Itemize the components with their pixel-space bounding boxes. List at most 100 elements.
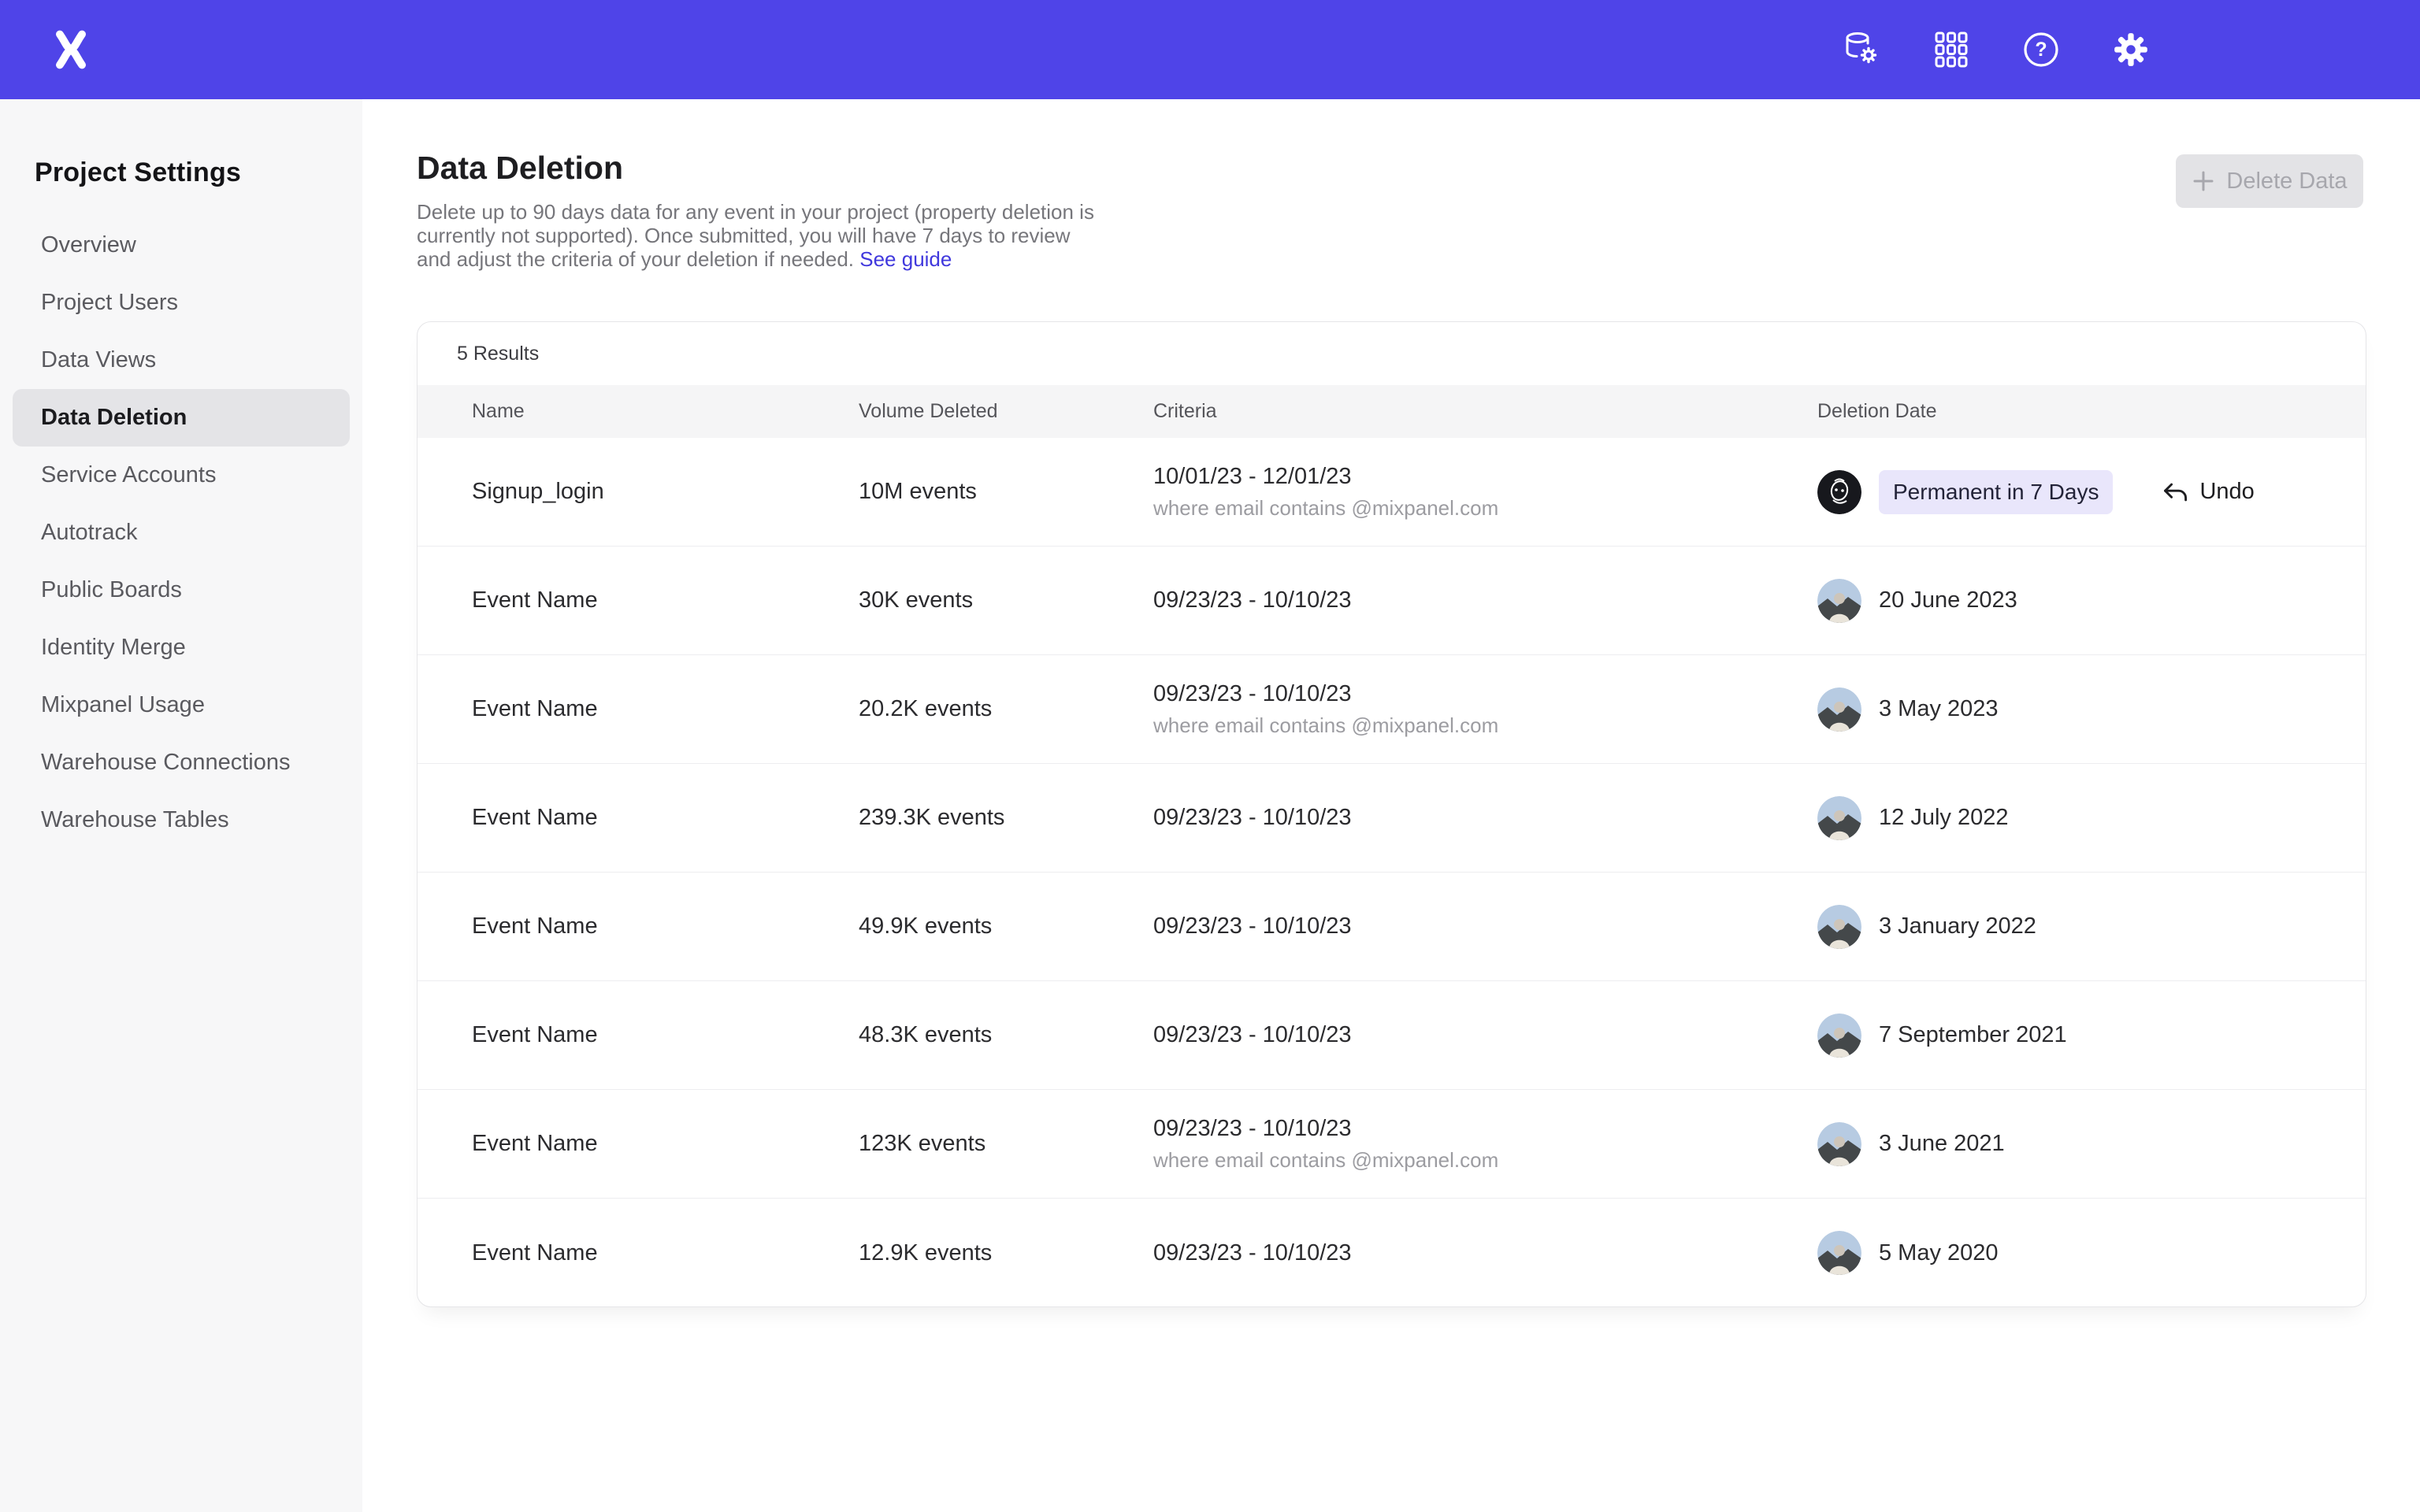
row-deletion-date: 7 September 2021 — [1817, 1014, 2366, 1058]
row-volume: 12.9K events — [859, 1240, 1153, 1266]
row-name: Event Name — [472, 1131, 859, 1157]
row-name: Event Name — [472, 805, 859, 831]
avatar — [1817, 1122, 1861, 1166]
table-row: Event Name 12.9K events 09/23/23 - 10/10… — [418, 1199, 2366, 1307]
deletion-date: 7 September 2021 — [1879, 1022, 2067, 1048]
row-criteria: 09/23/23 - 10/10/23 where email contains… — [1153, 681, 1817, 738]
sidebar: Project Settings Overview Project Users … — [0, 99, 362, 1512]
mixpanel-logo[interactable] — [49, 28, 93, 72]
svg-text:?: ? — [2035, 39, 2047, 61]
table-row: Event Name 49.9K events 09/23/23 - 10/10… — [418, 873, 2366, 981]
table-row: Event Name 30K events 09/23/23 - 10/10/2… — [418, 547, 2366, 655]
sidebar-heading: Project Settings — [0, 99, 362, 188]
row-volume: 239.3K events — [859, 805, 1153, 831]
row-name: Event Name — [472, 1240, 859, 1266]
criteria-filter: where email contains @mixpanel.com — [1153, 713, 1817, 738]
deletion-date: 12 July 2022 — [1879, 805, 2008, 831]
column-header-criteria: Criteria — [1153, 400, 1817, 423]
criteria-range: 09/23/23 - 10/10/23 — [1153, 914, 1817, 939]
row-name: Event Name — [472, 696, 859, 722]
sidebar-nav: Overview Project Users Data Views Data D… — [0, 217, 362, 849]
deletion-date: 5 May 2020 — [1879, 1240, 1999, 1266]
row-volume: 49.9K events — [859, 914, 1153, 939]
criteria-range: 09/23/23 - 10/10/23 — [1153, 805, 1817, 831]
sidebar-item-warehouse-tables[interactable]: Warehouse Tables — [13, 791, 350, 849]
plus-icon — [2192, 169, 2215, 193]
row-volume: 30K events — [859, 587, 1153, 613]
undo-icon — [2162, 478, 2190, 506]
sidebar-item-data-views[interactable]: Data Views — [13, 332, 350, 389]
criteria-filter: where email contains @mixpanel.com — [1153, 496, 1817, 521]
criteria-range: 09/23/23 - 10/10/23 — [1153, 1022, 1817, 1048]
row-name: Signup_login — [472, 479, 859, 505]
page-description: Delete up to 90 days data for any event … — [417, 200, 1102, 271]
avatar — [1817, 796, 1861, 840]
data-deletion-page: { "colors": { "accent": "#4f44e8", "link… — [0, 0, 2420, 1512]
row-volume: 48.3K events — [859, 1022, 1153, 1048]
apps-grid-icon[interactable] — [1932, 30, 1971, 69]
sidebar-item-service-accounts[interactable]: Service Accounts — [13, 447, 350, 504]
undo-button[interactable]: Undo — [2162, 478, 2254, 506]
row-deletion-date: Permanent in 7 Days Undo — [1817, 470, 2366, 514]
row-criteria: 09/23/23 - 10/10/23 — [1153, 914, 1817, 939]
deletion-date: 20 June 2023 — [1879, 587, 2017, 613]
row-name: Event Name — [472, 914, 859, 939]
page-title: Data Deletion — [417, 150, 623, 187]
sidebar-item-project-users[interactable]: Project Users — [13, 274, 350, 332]
table-header-row: Name Volume Deleted Criteria Deletion Da… — [418, 385, 2366, 438]
avatar — [1817, 687, 1861, 732]
page-description-text: Delete up to 90 days data for any event … — [417, 200, 1094, 271]
criteria-range: 09/23/23 - 10/10/23 — [1153, 1240, 1817, 1266]
column-header-volume: Volume Deleted — [859, 400, 1153, 423]
status-badge: Permanent in 7 Days — [1879, 470, 2113, 514]
criteria-range: 09/23/23 - 10/10/23 — [1153, 587, 1817, 613]
table-row: Event Name 20.2K events 09/23/23 - 10/10… — [418, 655, 2366, 764]
top-nav-icons: ? — [1842, 0, 2151, 99]
row-criteria: 10/01/23 - 12/01/23 where email contains… — [1153, 464, 1817, 521]
row-volume: 123K events — [859, 1131, 1153, 1157]
row-deletion-date: 5 May 2020 — [1817, 1231, 2366, 1275]
deletion-date: 3 June 2021 — [1879, 1131, 2005, 1157]
sidebar-item-data-deletion[interactable]: Data Deletion — [13, 389, 350, 447]
row-deletion-date: 3 May 2023 — [1817, 687, 2366, 732]
delete-data-button[interactable]: Delete Data — [2176, 154, 2363, 208]
results-count: 5 Results — [418, 322, 2366, 385]
top-nav: ? — [0, 0, 2420, 99]
criteria-range: 09/23/23 - 10/10/23 — [1153, 681, 1817, 707]
sidebar-item-autotrack[interactable]: Autotrack — [13, 504, 350, 561]
row-volume: 20.2K events — [859, 696, 1153, 722]
settings-gear-icon[interactable] — [2111, 30, 2151, 69]
sidebar-item-public-boards[interactable]: Public Boards — [13, 561, 350, 619]
sidebar-item-overview[interactable]: Overview — [13, 217, 350, 274]
row-deletion-date: 20 June 2023 — [1817, 579, 2366, 623]
sidebar-item-warehouse-connections[interactable]: Warehouse Connections — [13, 734, 350, 791]
avatar — [1817, 1014, 1861, 1058]
avatar — [1817, 470, 1861, 514]
database-gear-icon[interactable] — [1842, 30, 1881, 69]
sidebar-item-mixpanel-usage[interactable]: Mixpanel Usage — [13, 676, 350, 734]
see-guide-link[interactable]: See guide — [859, 247, 952, 271]
row-volume: 10M events — [859, 479, 1153, 505]
row-deletion-date: 3 June 2021 — [1817, 1122, 2366, 1166]
table-row: Signup_login 10M events 10/01/23 - 12/01… — [418, 438, 2366, 547]
avatar — [1817, 905, 1861, 949]
row-name: Event Name — [472, 587, 859, 613]
criteria-range: 09/23/23 - 10/10/23 — [1153, 1116, 1817, 1142]
help-icon[interactable]: ? — [2021, 30, 2061, 69]
delete-data-button-label: Delete Data — [2226, 169, 2347, 195]
sidebar-item-identity-merge[interactable]: Identity Merge — [13, 619, 350, 676]
row-deletion-date: 12 July 2022 — [1817, 796, 2366, 840]
column-header-deletion-date: Deletion Date — [1817, 400, 2366, 423]
row-criteria: 09/23/23 - 10/10/23 — [1153, 587, 1817, 613]
row-criteria: 09/23/23 - 10/10/23 where email contains… — [1153, 1116, 1817, 1173]
deletion-date: 3 January 2022 — [1879, 914, 2036, 939]
avatar — [1817, 579, 1861, 623]
undo-label: Undo — [2199, 479, 2254, 505]
deletion-table-card: 5 Results Name Volume Deleted Criteria D… — [417, 321, 2366, 1307]
column-header-name: Name — [472, 400, 859, 423]
deletion-date: 3 May 2023 — [1879, 696, 1999, 722]
row-criteria: 09/23/23 - 10/10/23 — [1153, 1022, 1817, 1048]
criteria-filter: where email contains @mixpanel.com — [1153, 1148, 1817, 1173]
avatar — [1817, 1231, 1861, 1275]
row-criteria: 09/23/23 - 10/10/23 — [1153, 1240, 1817, 1266]
